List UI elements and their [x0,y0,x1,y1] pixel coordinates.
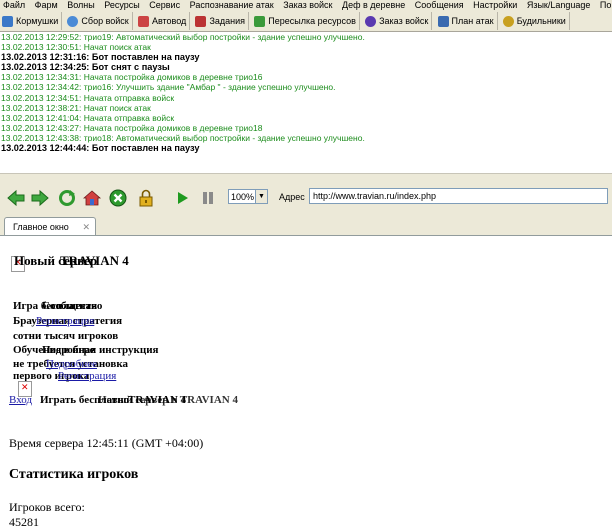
promo-text: сотни тысяч игроков [13,330,119,342]
log-line: 13.02.2013 12:41:04: Начата отправка вой… [1,112,175,123]
chevron-down-icon[interactable]: ▼ [255,190,267,203]
menu-attack-recognition[interactable]: Распознавание атак [187,0,278,11]
tool-tab-order-troops[interactable]: Заказ войск [363,12,433,30]
back-icon[interactable] [6,188,26,208]
feeders-icon [2,15,13,27]
pause-icon[interactable] [198,188,218,208]
tool-tab-tasks[interactable]: Задания [193,12,250,30]
web-page: Новый сервер TRAVIAN 4 Игра бесплатная С… [0,236,612,532]
tab-main-window[interactable]: Главное окно ✕ [4,217,96,235]
menu-settings[interactable]: Настройки [470,0,521,11]
tool-tab-label: Пересылка ресурсов [268,16,356,26]
tool-tab-label: Автовод [151,16,187,26]
tool-tab-label: Задания [209,16,246,26]
promo-text: Новый сервер в TRAVIAN 4 [98,394,238,406]
tool-tab-feeders[interactable]: Кормушки [0,12,63,30]
stats-heading: Статистика игроков [9,467,139,482]
server-time: Время сервера 12:45:11 (GMT +04:00) [9,436,204,450]
register-link-2[interactable]: Регистрация [58,370,116,382]
log-line: 13.02.2013 12:34:42: трио16: Улучшить зд… [1,82,336,93]
menu-messages[interactable]: Сообщения [412,0,468,11]
menu-bar: Файл Фарм Волны Ресурсы Сервис Распознав… [0,0,612,11]
tool-tab-label: План атак [451,16,494,26]
tool-tab-bar: Кормушки Сбор войск Автовод Задания Пере… [0,11,612,32]
menu-file[interactable]: Файл [0,0,29,11]
menu-help[interactable]: Помощь [597,0,612,11]
address-label: Адрес [279,192,305,202]
gather-troops-icon [67,15,79,27]
menu-farm[interactable]: Фарм [32,0,62,11]
tool-tab-label: Кормушки [16,16,59,26]
play-icon[interactable] [172,188,192,208]
zoom-value: 100% [231,192,255,202]
zoom-select[interactable]: 100% ▼ [228,189,268,204]
more-link[interactable]: Подробнее [46,358,97,370]
menu-service[interactable]: Сервис [146,0,184,11]
event-log[interactable]: 13.02.2013 12:29:52: трио19: Автоматичес… [0,32,612,162]
promo-text: Сообщество [42,300,103,312]
more-link-text[interactable]: Подробнее [46,358,97,370]
tasks-icon [195,15,207,27]
browser-toolbar: 100% ▼ Адрес http://www.travian.ru/index.… [0,184,612,211]
tool-tab-autobuild[interactable]: Автовод [136,12,191,30]
tool-tab-attack-plan[interactable]: План атак [436,12,498,30]
browser-tab-strip: Главное окно ✕ [0,211,612,236]
players-value: 45281 [9,515,39,529]
stop-icon[interactable] [108,188,128,208]
close-icon[interactable]: ✕ [82,218,90,236]
attack-plan-icon [437,15,449,27]
tool-tab-gather-troops[interactable]: Сбор войск [65,12,133,30]
forward-icon[interactable] [30,188,50,208]
log-line: 13.02.2013 12:34:51: Начата отправка вой… [1,92,175,103]
order-troops-icon [365,15,377,27]
lock-icon[interactable] [136,188,156,208]
menu-resources[interactable]: Ресурсы [101,0,144,11]
log-line: 13.02.2013 12:34:31: Начата постройка до… [1,72,263,83]
log-line: 13.02.2013 12:43:27: Начата постройка до… [1,122,263,133]
menu-language[interactable]: Язык/Language [524,0,595,11]
tool-tab-alarms[interactable]: Будильники [501,12,570,30]
register-link-2-text[interactable]: Регистрация [58,370,116,382]
autobuild-icon [137,15,149,27]
login-link[interactable]: Вход [9,394,32,406]
resource-transfer-icon [254,15,266,27]
page-heading-brand: TRAVIAN 4 [60,253,129,268]
login-link-text[interactable]: Вход [9,394,32,406]
log-line: 13.02.2013 12:30:51: Начат поиск атак [1,42,151,53]
tool-tab-label: Сбор войск [81,16,129,26]
tool-tab-resource-transfer[interactable]: Пересылка ресурсов [252,12,360,30]
address-input[interactable]: http://www.travian.ru/index.php [309,188,608,204]
menu-def-village[interactable]: Деф в деревне [339,0,409,11]
home-icon[interactable] [82,188,102,208]
promo-text: Подробная инструкция [42,344,159,356]
menu-order-troops[interactable]: Заказ войск [280,0,336,11]
tab-label: Главное окно [13,222,69,232]
tool-tab-label: Будильники [516,16,566,26]
log-line: 13.02.2013 12:29:52: трио19: Автоматичес… [1,32,365,42]
log-line: 13.02.2013 12:31:16: Бот поставлен на па… [1,52,200,63]
register-link-text[interactable]: Регистрация [36,315,94,327]
menu-waves[interactable]: Волны [64,0,99,11]
log-line: 13.02.2013 12:38:21: Начат поиск атак [1,102,151,113]
register-link[interactable]: Регистрация [36,315,94,327]
log-line: 13.02.2013 12:34:25: Бот снят с паузы [1,62,170,73]
log-line: 13.02.2013 12:43:38: трио18: Автоматичес… [1,132,365,143]
refresh-icon[interactable] [57,188,77,208]
tool-tab-label: Заказ войск [379,16,429,26]
log-line: 13.02.2013 12:44:44: Бот поставлен на па… [1,143,200,154]
players-label: Игроков всего: [9,500,85,514]
alarm-clock-icon [502,15,514,27]
